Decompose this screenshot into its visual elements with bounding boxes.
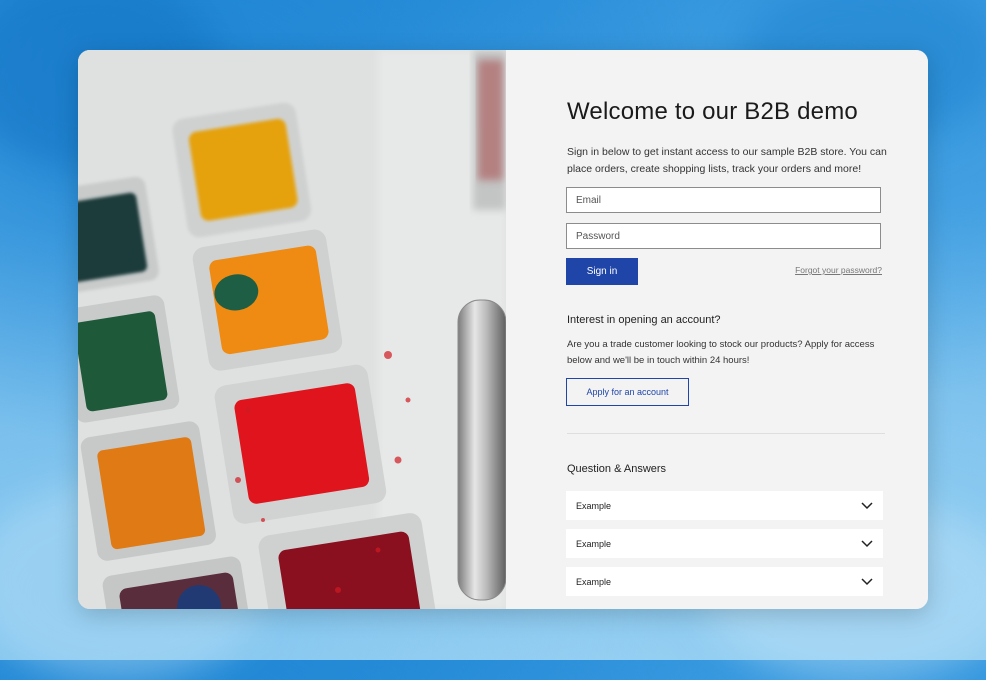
faq-item-label: Example <box>576 576 612 587</box>
login-card: Welcome to our B2B demo Sign in below to… <box>78 50 928 609</box>
account-heading: Interest in opening an account? <box>567 314 721 326</box>
intro-text: Sign in below to get instant access to o… <box>567 146 887 175</box>
chevron-down-icon <box>861 539 873 548</box>
faq-item-label: Example <box>576 500 612 511</box>
forgot-password-link[interactable]: Forgot your password? <box>795 265 882 275</box>
login-panel: Welcome to our B2B demo Sign in below to… <box>506 50 928 609</box>
faq-item-label: Example <box>576 538 612 549</box>
watercolor-palette-image <box>78 50 506 609</box>
password-field[interactable] <box>566 223 881 249</box>
faq-item[interactable]: Example <box>566 491 883 520</box>
chevron-down-icon <box>861 577 873 586</box>
account-description: Are you a trade customer looking to stoc… <box>567 339 875 366</box>
hero-image <box>78 50 506 609</box>
apply-account-button[interactable]: Apply for an account <box>566 378 689 406</box>
faq-item[interactable]: Example <box>566 567 883 596</box>
page-title: Welcome to our B2B demo <box>567 98 858 125</box>
faq-item[interactable]: Example <box>566 529 883 558</box>
faq-heading: Question & Answers <box>567 463 667 475</box>
divider <box>567 433 885 434</box>
chevron-down-icon <box>861 501 873 510</box>
sign-in-button[interactable]: Sign in <box>566 258 638 285</box>
email-field[interactable] <box>566 187 881 213</box>
